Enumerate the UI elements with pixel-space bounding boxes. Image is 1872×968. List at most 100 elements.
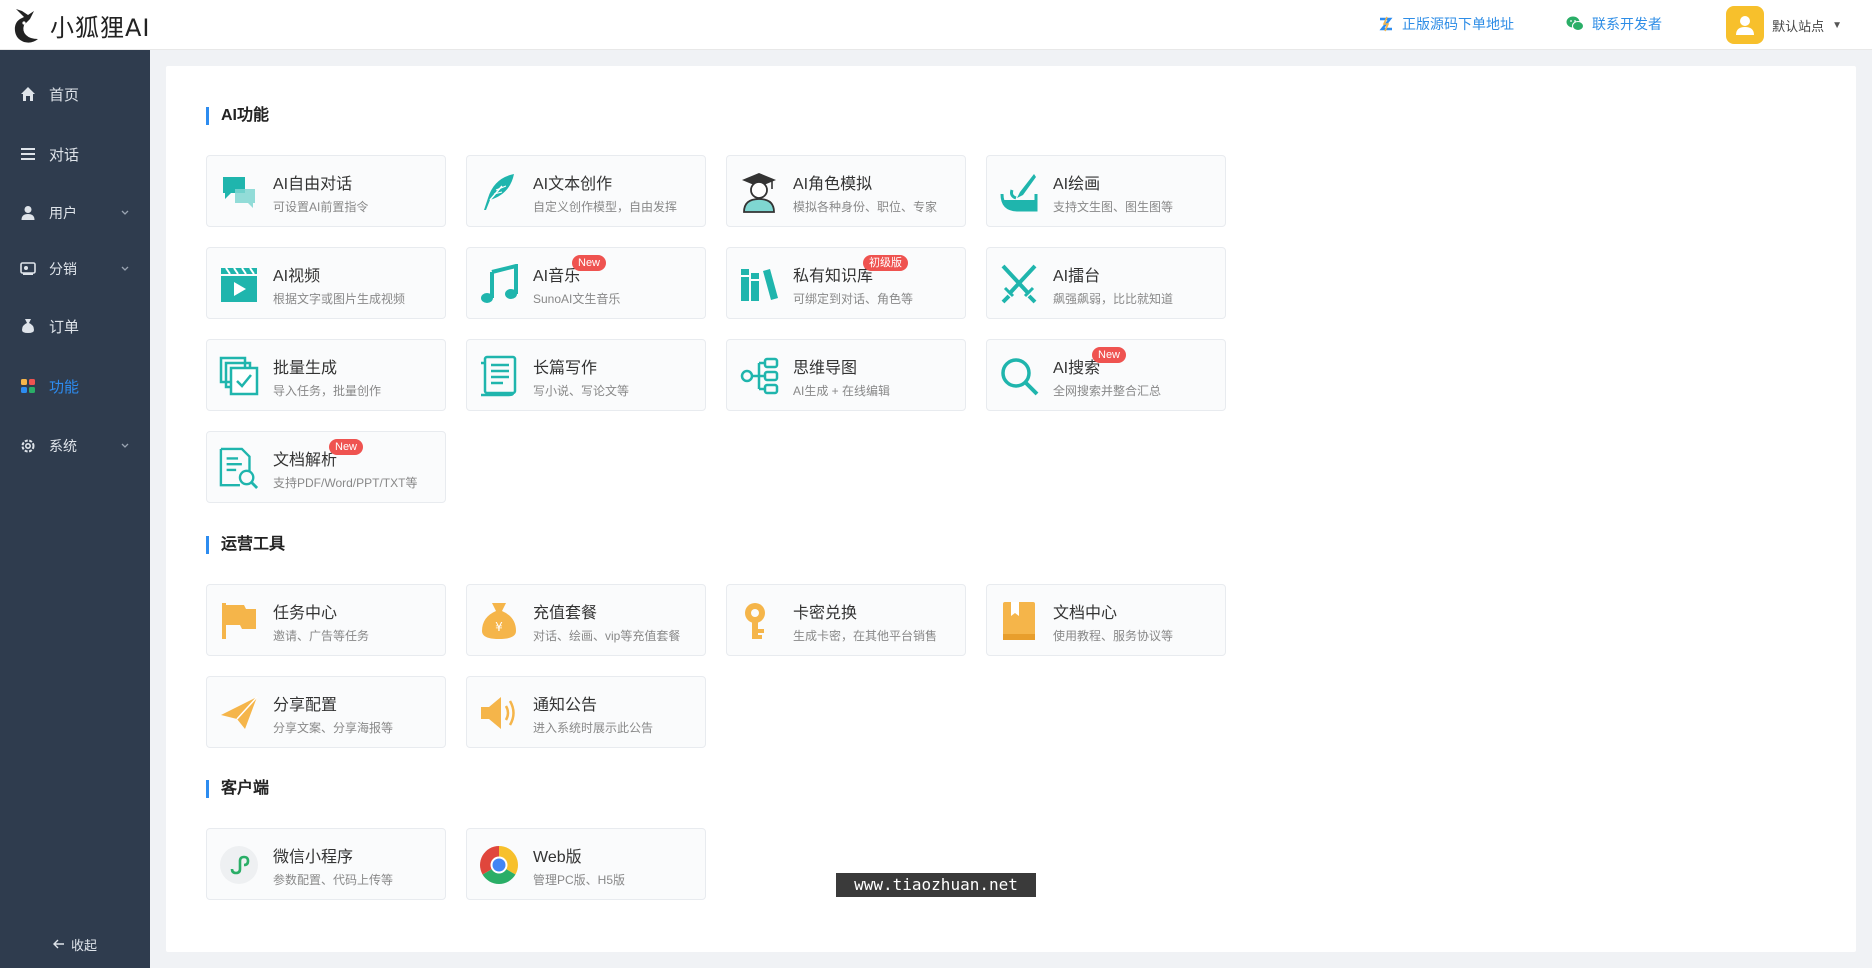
ops-card-announcement[interactable]: 通知公告 进入系统时展示此公告: [466, 676, 706, 748]
collapse-button[interactable]: 收起: [0, 935, 150, 954]
gear-icon: [19, 437, 37, 455]
ops-card-card-key[interactable]: 卡密兑换 生成卡密，在其他平台销售: [726, 584, 966, 656]
card-title: AI角色模拟: [793, 176, 873, 193]
card-desc: 写小说、写论文等: [533, 384, 630, 398]
feature-card-ai-chat[interactable]: AI自由对话 可设置AI前置指令: [206, 155, 446, 227]
card-title: AI文本创作: [533, 176, 613, 193]
graduate-icon: [739, 170, 779, 214]
new-badge: New: [572, 255, 607, 271]
music-note-icon: [479, 262, 519, 306]
top-header: 小狐狸AI 正版源码下单地址 联系开发者 默认站点 ▼: [0, 0, 1872, 50]
card-title: 充值套餐: [533, 605, 598, 622]
sidebar-item-features[interactable]: 功能: [0, 364, 150, 408]
card-title: 微信小程序: [273, 849, 354, 866]
sidebar-item-home[interactable]: 首页: [0, 72, 150, 116]
new-badge: New: [1092, 347, 1127, 363]
card-desc: 邀请、广告等任务: [273, 629, 370, 643]
distribution-icon: [19, 260, 37, 278]
ops-card-doc-center[interactable]: 文档中心 使用教程、服务协议等: [986, 584, 1226, 656]
sidebar-item-orders[interactable]: 订单: [0, 304, 150, 348]
card-title: 私有知识库: [793, 268, 874, 285]
card-desc: 参数配置、代码上传等: [273, 873, 394, 887]
card-title: 文档解析: [273, 452, 338, 469]
books-icon: [739, 262, 779, 306]
search-icon: [999, 354, 1039, 398]
feature-card-ai-role[interactable]: AI角色模拟 模拟各种身份、职位、专家: [726, 155, 966, 227]
sidebar-item-label: 对话: [49, 146, 80, 164]
home-icon: [19, 85, 37, 103]
client-card-web[interactable]: Web版 管理PC版、H5版: [466, 828, 706, 900]
contact-developer-label: 联系开发者: [1592, 16, 1662, 32]
feature-card-long-writing[interactable]: 长篇写作 写小说、写论文等: [466, 339, 706, 411]
feature-card-mind-map[interactable]: 思维导图 AI生成 + 在线编辑: [726, 339, 966, 411]
sidebar-item-users[interactable]: 用户: [0, 191, 150, 235]
sidebar-item-chat[interactable]: 对话: [0, 132, 150, 176]
card-title: 通知公告: [533, 697, 598, 714]
ops-card-recharge[interactable]: ¥ 充值套餐 对话、绘画、vip等充值套餐: [466, 584, 706, 656]
ops-card-share[interactable]: 分享配置 分享文案、分享海报等: [206, 676, 446, 748]
list-icon: [19, 145, 37, 163]
source-order-link[interactable]: 正版源码下单地址: [1378, 14, 1514, 34]
chevron-down-icon: [120, 438, 130, 454]
sidebar-item-label: 分销: [49, 261, 77, 277]
flag-icon: [219, 599, 259, 643]
card-title: AI视频: [273, 268, 321, 285]
lightning-icon: [1379, 16, 1393, 32]
card-title: Web版: [533, 849, 582, 866]
wechat-icon: [1566, 16, 1584, 31]
avatar: [1726, 6, 1765, 44]
card-desc: 使用教程、服务协议等: [1053, 629, 1174, 643]
card-title: 文档中心: [1053, 605, 1118, 622]
chevron-down-icon: [120, 205, 130, 221]
feature-card-ai-writing[interactable]: AI文本创作 自定义创作模型，自由发挥: [466, 155, 706, 227]
section-title-ai: AI功能: [206, 107, 269, 125]
feature-card-doc-parse[interactable]: 文档解析 支持PDF/Word/PPT/TXT等 New: [206, 431, 446, 503]
card-desc: 管理PC版、H5版: [533, 873, 626, 887]
speaker-icon: [479, 691, 519, 735]
caret-down-icon: ▼: [1832, 19, 1842, 31]
beginner-badge: 初级版: [863, 255, 908, 271]
card-title: 分享配置: [273, 697, 338, 714]
ops-card-task-center[interactable]: 任务中心 邀请、广告等任务: [206, 584, 446, 656]
sidebar-item-distribution[interactable]: 分销: [0, 247, 150, 291]
sidebar-item-label: 系统: [49, 438, 77, 454]
main-content: AI功能 AI自由对话 可设置AI前置指令 AI文本创作 自定义创作模型，自由发…: [166, 66, 1856, 952]
batch-check-icon: [219, 354, 259, 398]
card-desc: 支持文生图、图生图等: [1053, 200, 1174, 214]
card-desc: 进入系统时展示此公告: [533, 721, 654, 735]
sidebar-item-system[interactable]: 系统: [0, 424, 150, 468]
feature-card-ai-video[interactable]: AI视频 根据文字或图片生成视频: [206, 247, 446, 319]
doc-search-icon: [219, 446, 259, 490]
feature-card-ai-drawing[interactable]: AI绘画 支持文生图、图生图等: [986, 155, 1226, 227]
feather-icon: [479, 170, 519, 214]
feature-card-ai-arena[interactable]: AI擂台 飙强飙弱，比比就知道: [986, 247, 1226, 319]
card-desc: 自定义创作模型，自由发挥: [533, 200, 678, 214]
sidebar: 首页 对话 用户 分销 订单 功能 系统 收起: [0, 50, 150, 968]
book-icon: [999, 599, 1039, 643]
contact-developer-link[interactable]: 联系开发者: [1566, 14, 1662, 34]
feature-card-knowledge-base[interactable]: 私有知识库 可绑定到对话、角色等 初级版: [726, 247, 966, 319]
collapse-label: 收起: [70, 938, 97, 953]
money-bag-icon: ¥: [479, 599, 519, 643]
card-title: 思维导图: [793, 360, 858, 377]
chrome-icon: [479, 843, 519, 887]
card-desc: 飙强飙弱，比比就知道: [1053, 292, 1174, 306]
card-title: AI自由对话: [273, 176, 353, 193]
user-menu[interactable]: 默认站点 ▼: [1726, 6, 1842, 44]
card-desc: 导入任务，批量创作: [273, 384, 382, 398]
feature-card-ai-search[interactable]: AI搜索 全网搜索并整合汇总 New: [986, 339, 1226, 411]
card-desc: 全网搜索并整合汇总: [1053, 384, 1162, 398]
client-card-mini-program[interactable]: 微信小程序 参数配置、代码上传等: [206, 828, 446, 900]
video-icon: [219, 262, 259, 306]
card-title: 任务中心: [273, 605, 338, 622]
user-icon: [19, 204, 37, 222]
feature-card-batch[interactable]: 批量生成 导入任务，批量创作: [206, 339, 446, 411]
card-title: 长篇写作: [533, 360, 598, 377]
sidebar-item-label: 订单: [49, 318, 80, 336]
app-logo[interactable]: 小狐狸AI: [10, 4, 151, 46]
source-order-link-label: 正版源码下单地址: [1402, 16, 1514, 32]
fox-logo-icon: [14, 9, 38, 43]
feature-card-ai-music[interactable]: AI音乐 SunoAI文生音乐 New: [466, 247, 706, 319]
mind-map-icon: [739, 354, 779, 398]
new-badge: New: [329, 439, 364, 455]
